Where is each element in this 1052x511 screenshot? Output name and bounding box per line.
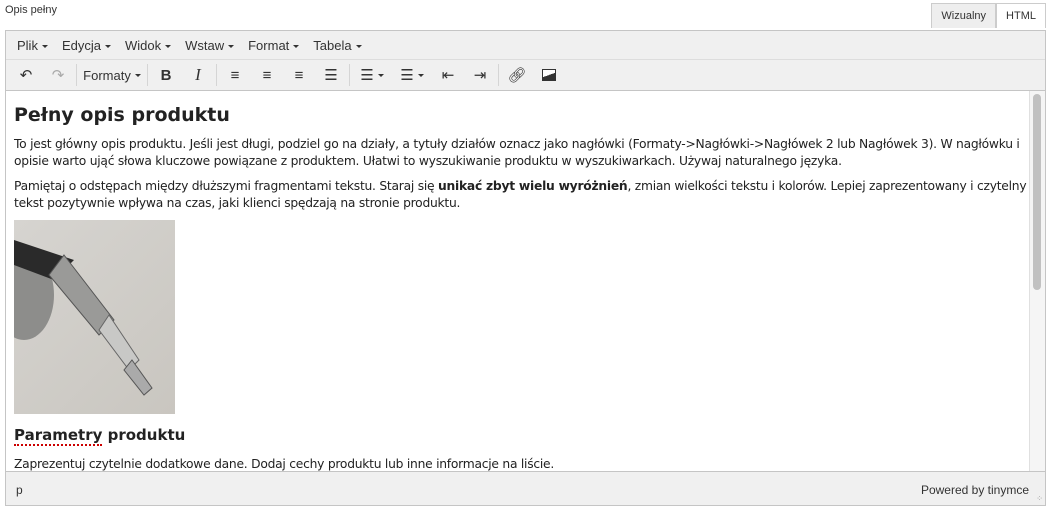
outdent-icon[interactable]: ⇤ [432, 62, 464, 88]
scrollbar-thumb[interactable] [1033, 94, 1041, 290]
caret-down-icon [165, 44, 172, 48]
product-image[interactable] [14, 220, 175, 414]
divider [147, 64, 148, 86]
caret-down-icon [41, 44, 48, 48]
menu-view[interactable]: Widok [118, 38, 178, 53]
link-icon[interactable]: 🔗︎ [501, 62, 533, 88]
caret-down-icon [417, 73, 424, 77]
align-center-icon[interactable]: ≡ [251, 62, 283, 88]
align-left-icon[interactable]: ≡ [219, 62, 251, 88]
divider [498, 64, 499, 86]
italic-icon[interactable]: I [182, 62, 214, 88]
image-icon[interactable] [533, 62, 565, 88]
menubar: Plik Edycja Widok Wstaw Format Tabela [6, 31, 1045, 60]
powered-by-link[interactable]: Powered by tinymce [921, 483, 1029, 497]
menu-file[interactable]: Plik [10, 38, 55, 53]
tab-html[interactable]: HTML [996, 3, 1046, 28]
content-paragraph: To jest główny opis produktu. Jeśli jest… [14, 137, 1020, 168]
tab-visual[interactable]: Wizualny [931, 3, 997, 28]
menu-label: Tabela [313, 37, 352, 53]
divider [216, 64, 217, 86]
menu-edit[interactable]: Edycja [55, 38, 118, 53]
caret-down-icon [377, 73, 384, 77]
menu-label: Plik [17, 37, 38, 53]
menu-label: Widok [124, 37, 162, 53]
field-label: Opis pełny [5, 4, 57, 16]
audio-jack-image [14, 240, 153, 396]
status-bar: p Powered by tinymce ⁘ [6, 471, 1045, 505]
caret-down-icon [355, 44, 362, 48]
caret-down-icon [134, 73, 141, 77]
bold-icon[interactable]: B [150, 62, 182, 88]
caret-down-icon [228, 44, 235, 48]
align-justify-icon[interactable]: ☰ [315, 62, 347, 88]
caret-down-icon [104, 44, 111, 48]
align-right-icon[interactable]: ≡ [283, 62, 315, 88]
bold-text: unikać zbyt wielu wyróżnień [438, 179, 628, 193]
indent-icon[interactable]: ⇥ [464, 62, 496, 88]
menu-label: Edycja [61, 37, 101, 53]
formats-dropdown[interactable]: Formaty [79, 62, 145, 88]
content-subheading: Parametry produktu [14, 426, 1030, 446]
content-paragraph: Zaprezentuj czytelnie dodatkowe dane. Do… [14, 457, 555, 471]
divider [76, 64, 77, 86]
content-heading: Pełny opis produktu [14, 104, 230, 126]
vertical-scrollbar[interactable] [1029, 91, 1045, 471]
redo-icon[interactable]: ↷ [42, 62, 74, 88]
content-paragraph: Pamiętaj o odstępach między dłuższymi fr… [14, 178, 1030, 212]
menu-insert[interactable]: Wstaw [178, 38, 241, 53]
menu-label: Wstaw [185, 37, 225, 53]
formats-label: Formaty [83, 67, 131, 83]
caret-down-icon [293, 44, 300, 48]
toolbar: ↶ ↷ Formaty B I ≡ ≡ ≡ ☰ ☰ ☰ ⇤ ⇥ 🔗︎ [6, 60, 1045, 91]
text: Pamiętaj o odstępach między dłuższymi fr… [14, 179, 438, 193]
bullet-list-icon[interactable]: ☰ [352, 62, 392, 88]
text: produktu [102, 426, 186, 444]
numbered-list-icon[interactable]: ☰ [392, 62, 432, 88]
editor-content[interactable]: Pełny opis produktu To jest główny opis … [6, 91, 1030, 471]
editor-mode-tabs: Wizualny HTML [931, 3, 1046, 28]
menu-table[interactable]: Tabela [306, 38, 368, 53]
misspelled-word[interactable]: Parametry [14, 426, 103, 446]
divider [349, 64, 350, 86]
menu-label: Format [248, 37, 290, 53]
rich-text-editor: Plik Edycja Widok Wstaw Format Tabela ↶ … [5, 30, 1046, 506]
menu-format[interactable]: Format [241, 38, 306, 53]
undo-icon[interactable]: ↶ [10, 62, 42, 88]
element-path[interactable]: p [16, 483, 23, 497]
resize-handle-icon[interactable]: ⁘ [1036, 494, 1043, 503]
